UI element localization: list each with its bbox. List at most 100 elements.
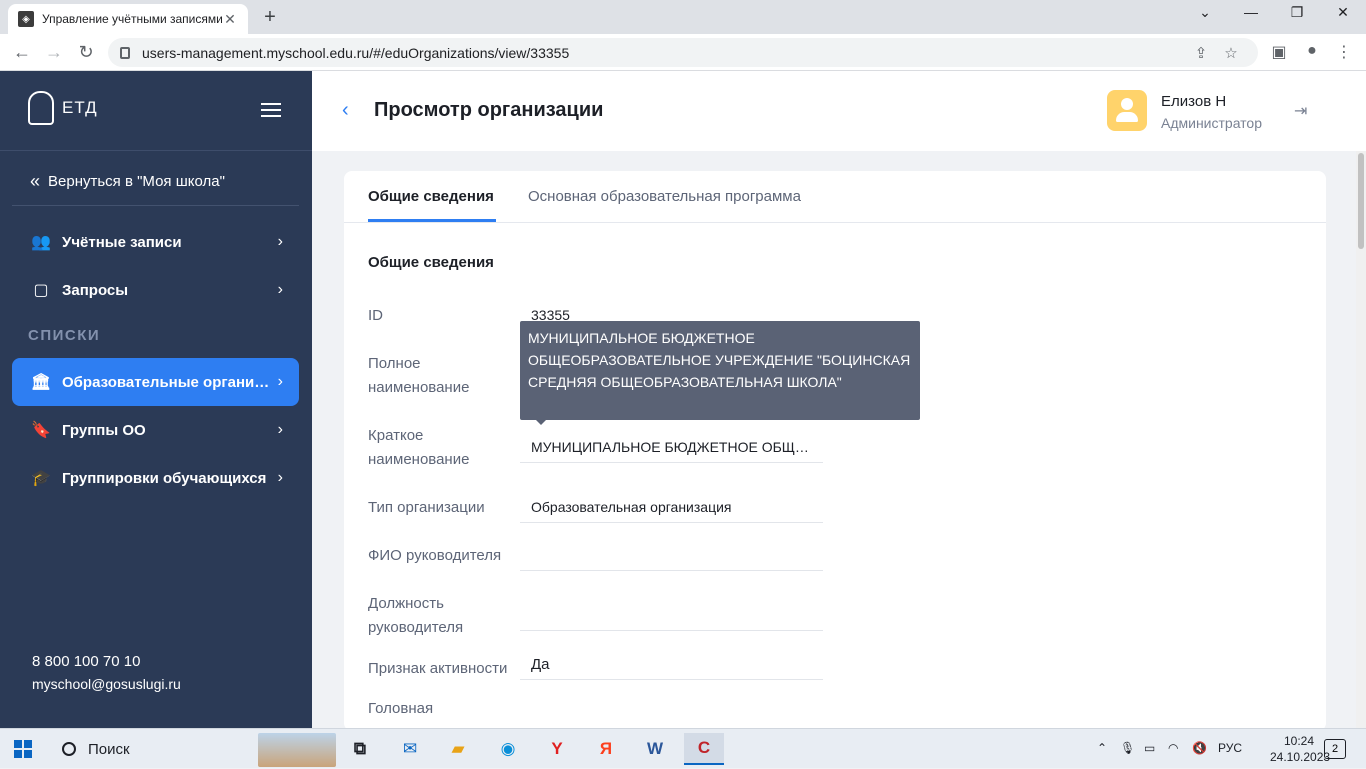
minimize-button[interactable]: — bbox=[1228, 4, 1274, 20]
field-value-head-name[interactable] bbox=[520, 541, 823, 571]
microphone-icon[interactable]: 🎙 bbox=[1120, 741, 1135, 755]
tab-bar: Общие сведения Основная образовательная … bbox=[344, 171, 1326, 223]
field-label-head-position: Должность руководителя bbox=[368, 595, 464, 636]
language-indicator[interactable]: РУС bbox=[1218, 741, 1242, 755]
logout-icon[interactable]: ⇥ bbox=[1294, 101, 1307, 121]
institution-icon: 🏛 bbox=[30, 374, 52, 391]
windows-start-icon[interactable] bbox=[14, 740, 32, 758]
tab-main-program[interactable]: Основная образовательная программа bbox=[528, 188, 801, 205]
yandex-icon[interactable]: Я bbox=[586, 733, 626, 765]
double-chevron-left-icon: « bbox=[30, 171, 41, 191]
chevron-right-icon: › bbox=[277, 421, 283, 438]
tooltip-arrow bbox=[536, 420, 546, 425]
file-explorer-icon[interactable]: ▰ bbox=[438, 733, 478, 765]
windows-taskbar: Поиск ⧉ ✉ ▰ ◉ Y Я W C ⌃ 🎙 ▭ ◠ 🔇 РУС 10:2… bbox=[0, 728, 1366, 768]
taskbar-search[interactable]: Поиск bbox=[50, 729, 250, 769]
organization-card: Общие сведения Основная образовательная … bbox=[344, 171, 1326, 731]
inbox-icon: ▢ bbox=[33, 282, 49, 299]
field-label-full-name: Полное наименование bbox=[368, 355, 470, 396]
search-icon bbox=[62, 742, 76, 756]
chevron-left-icon[interactable]: ‹ bbox=[342, 99, 349, 122]
wifi-icon[interactable]: ◠ bbox=[1168, 741, 1178, 755]
chevron-right-icon: › bbox=[277, 373, 283, 390]
sidebar-item-requests[interactable]: ▢ Запросы › bbox=[12, 266, 299, 314]
back-to-myschool-link[interactable]: « Вернуться в "Моя школа" bbox=[30, 171, 225, 192]
field-value-org-type[interactable]: Образовательная организация bbox=[520, 493, 823, 523]
users-icon: 👥 bbox=[31, 234, 51, 251]
logo[interactable]: ЕТД bbox=[28, 91, 98, 125]
field-label-org-type: Тип организации bbox=[368, 499, 485, 516]
task-view-icon[interactable]: ⧉ bbox=[340, 733, 380, 765]
sidebar-item-edu-organizations[interactable]: 🏛 Образовательные организации › bbox=[12, 358, 299, 406]
support-phone[interactable]: 8 800 100 70 10 bbox=[32, 653, 140, 670]
chevron-right-icon: › bbox=[277, 281, 283, 298]
browser-tab[interactable]: ◈ Управление учётными записями ✕ bbox=[8, 4, 248, 34]
sidebar-section-label: СПИСКИ bbox=[28, 327, 101, 344]
new-tab-button[interactable]: + bbox=[258, 6, 282, 29]
field-label-short-name: Краткое наименование bbox=[368, 427, 470, 468]
sidebar: ЕТД « Вернуться в "Моя школа" 👥 Учётные … bbox=[0, 71, 312, 728]
volume-icon[interactable]: 🔇 bbox=[1192, 741, 1207, 755]
tab-search-icon[interactable]: ⌄ bbox=[1182, 4, 1228, 21]
sidebar-item-accounts[interactable]: 👥 Учётные записи › bbox=[12, 218, 299, 266]
reload-icon[interactable]: ↻ bbox=[74, 42, 98, 63]
notifications-icon[interactable]: 2 bbox=[1324, 739, 1346, 759]
field-label-active: Признак активности bbox=[368, 660, 508, 677]
sidebar-divider bbox=[0, 150, 312, 151]
tab-close-icon[interactable]: ✕ bbox=[222, 11, 238, 28]
bookmark-star-icon[interactable]: ☆ bbox=[1216, 44, 1246, 62]
support-email[interactable]: myschool@gosuslugi.ru bbox=[32, 676, 181, 692]
browser-tab-bar: ◈ Управление учётными записями ✕ + ⌄ — ❐… bbox=[0, 0, 1366, 34]
edge-icon[interactable]: ◉ bbox=[488, 733, 528, 765]
restore-button[interactable]: ❐ bbox=[1274, 4, 1320, 21]
yandex-browser-icon[interactable]: Y bbox=[537, 733, 577, 765]
profile-icon[interactable]: ● bbox=[1300, 42, 1324, 60]
tab-general-info[interactable]: Общие сведения bbox=[368, 188, 494, 205]
active-tab-indicator bbox=[368, 219, 496, 222]
sidebar-item-org-groups[interactable]: 🔖 Группы ОО › bbox=[12, 406, 299, 454]
clock-date: 24.10.2023 bbox=[1270, 750, 1331, 764]
back-arrow-icon[interactable]: ← bbox=[10, 42, 34, 63]
word-icon[interactable]: W bbox=[635, 733, 675, 765]
user-name: Елизов Н bbox=[1161, 93, 1227, 110]
field-value-head-position[interactable] bbox=[520, 601, 823, 631]
site-favicon-icon: ◈ bbox=[18, 11, 34, 27]
bookmark-icon: 🔖 bbox=[31, 422, 51, 439]
field-label-parent: Головная bbox=[368, 700, 434, 717]
user-role: Администратор bbox=[1161, 115, 1263, 131]
graduation-cap-icon: 🎓 bbox=[31, 470, 51, 487]
page-header: ‹ Просмотр организации Елизов Н Админист… bbox=[312, 71, 1366, 151]
scrollbar-thumb[interactable] bbox=[1358, 153, 1364, 249]
menu-kebab-icon[interactable]: ⋮ bbox=[1332, 42, 1356, 62]
side-panel-icon[interactable]: ▣ bbox=[1267, 42, 1291, 62]
sidebar-item-label: Группировки обучающихся bbox=[62, 469, 267, 487]
forward-arrow-icon[interactable]: → bbox=[42, 42, 66, 63]
avatar[interactable] bbox=[1107, 90, 1147, 131]
chevron-right-icon: › bbox=[277, 469, 283, 486]
field-value-active[interactable]: Да bbox=[520, 650, 823, 680]
sidebar-item-label: Образовательные организации bbox=[62, 373, 270, 391]
back-link-label: Вернуться в "Моя школа" bbox=[48, 173, 225, 190]
owl-logo-icon bbox=[28, 91, 54, 125]
field-value-short-name[interactable]: МУНИЦИПАЛЬНОЕ БЮДЖЕТНОЕ ОБЩЕОБРАЗОВАТЕЛЬ… bbox=[520, 433, 823, 463]
search-highlight-image[interactable] bbox=[258, 733, 336, 767]
sidebar-divider bbox=[12, 205, 299, 206]
clock[interactable]: 10:24 24.10.2023 bbox=[1270, 733, 1331, 765]
sidebar-item-label: Учётные записи bbox=[62, 233, 182, 251]
logo-text: ЕТД bbox=[62, 98, 98, 117]
chrome-app-icon[interactable]: C bbox=[684, 733, 724, 765]
page-title: Просмотр организации bbox=[374, 99, 604, 121]
battery-icon[interactable]: ▭ bbox=[1144, 741, 1155, 755]
url-bar[interactable]: users-management.myschool.edu.ru/#/eduOr… bbox=[108, 38, 1258, 67]
field-label-head-name: ФИО руководителя bbox=[368, 547, 502, 564]
hamburger-menu-icon[interactable] bbox=[261, 103, 281, 117]
tray-chevron-up-icon[interactable]: ⌃ bbox=[1097, 741, 1107, 755]
tab-title: Управление учётными записями bbox=[42, 12, 222, 26]
url-text: users-management.myschool.edu.ru/#/eduOr… bbox=[142, 44, 570, 61]
page-scrollbar[interactable] bbox=[1356, 151, 1366, 728]
mail-icon[interactable]: ✉ bbox=[390, 733, 430, 765]
lock-icon bbox=[120, 46, 130, 59]
sidebar-item-student-groupings[interactable]: 🎓 Группировки обучающихся › bbox=[12, 454, 299, 502]
share-icon[interactable]: ⇪ bbox=[1186, 44, 1216, 62]
close-window-button[interactable]: ✕ bbox=[1320, 4, 1366, 21]
